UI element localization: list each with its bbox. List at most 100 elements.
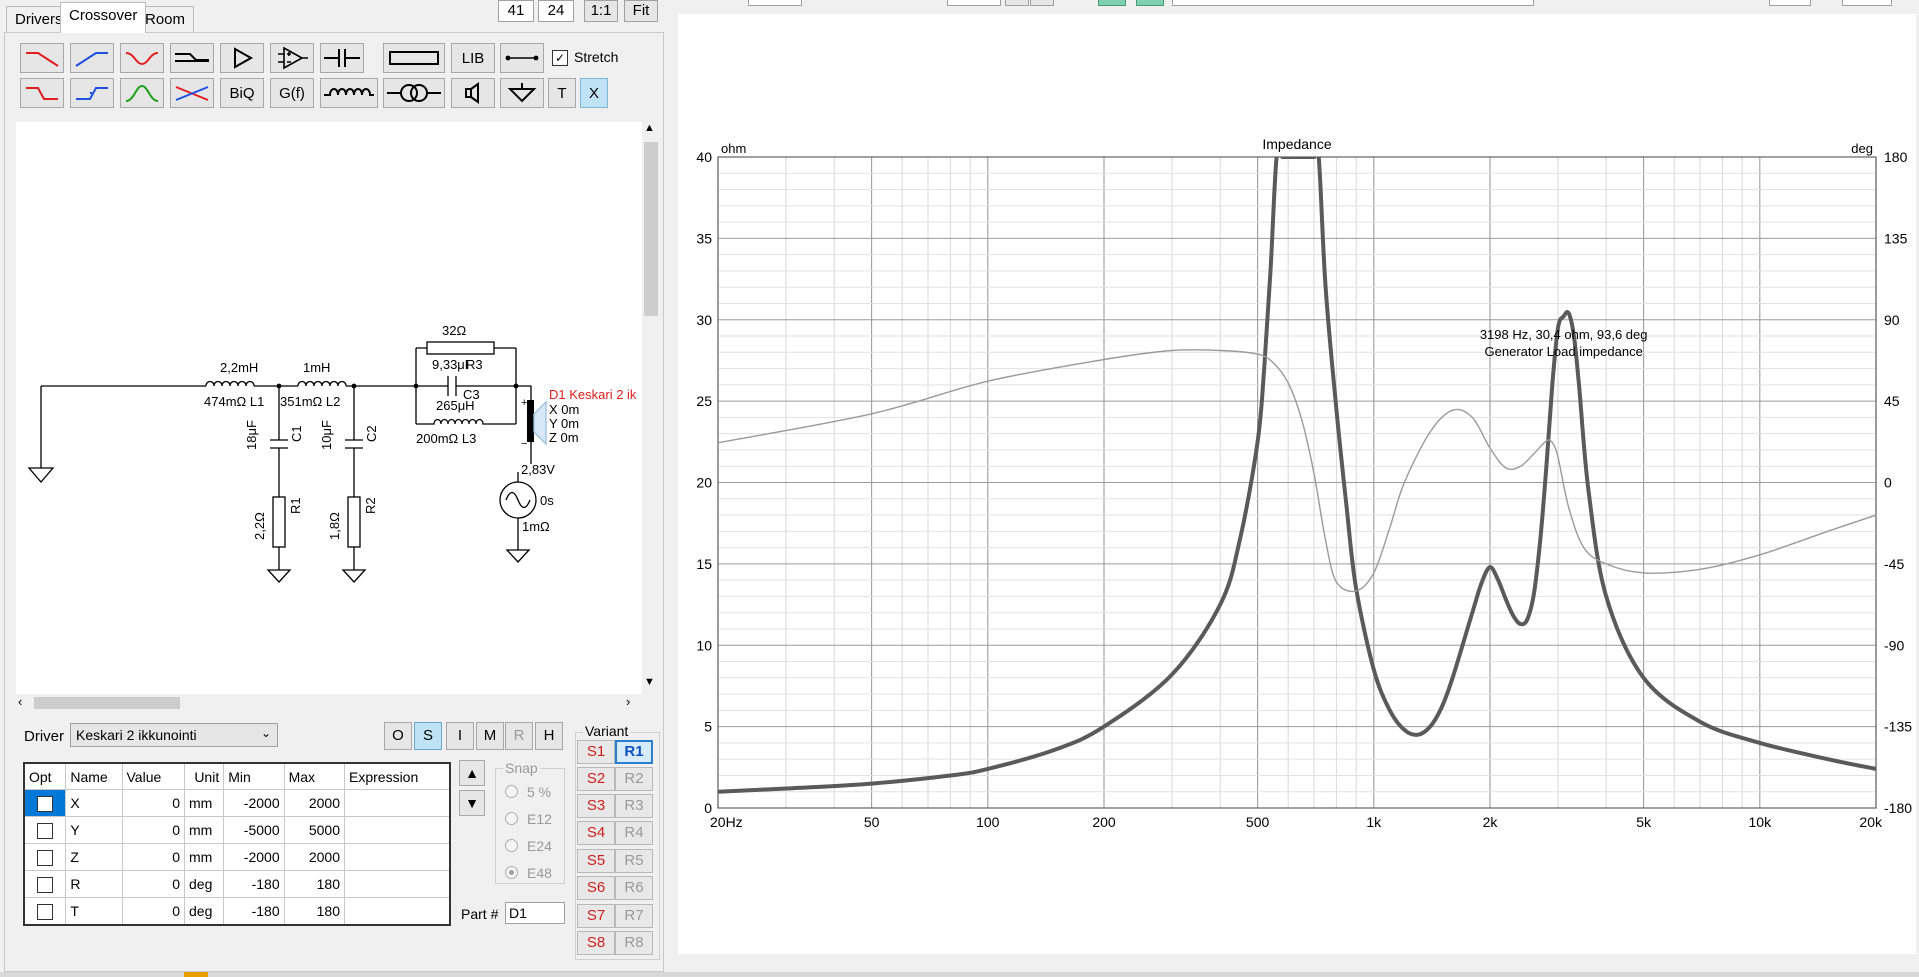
variant-r1-button[interactable]: R1 [615, 740, 653, 764]
amplifier-icon[interactable] [220, 43, 264, 73]
capacitor-icon[interactable] [320, 43, 364, 73]
row-expression[interactable] [344, 870, 451, 898]
opt-checkbox[interactable] [37, 822, 54, 839]
table-row[interactable]: Z 0 mm -2000 2000 [23, 843, 451, 871]
table-row[interactable]: Y 0 mm -5000 5000 [23, 816, 451, 844]
right-green-button-1[interactable] [1098, 0, 1126, 6]
row-value[interactable]: 0 [121, 897, 186, 926]
fit-button[interactable]: Fit [624, 0, 658, 22]
variant-s8-button[interactable]: S8 [577, 931, 615, 955]
mode-i-button[interactable]: I [446, 722, 474, 750]
right-input-4[interactable] [1842, 0, 1892, 6]
variant-s4-button[interactable]: S4 [577, 821, 615, 845]
right-small-button-1[interactable] [1005, 0, 1029, 6]
variant-s5-button[interactable]: S5 [577, 849, 615, 873]
schematic-vscrollbar[interactable]: ▲ ▼ [642, 122, 660, 694]
right-input-3[interactable] [1769, 0, 1811, 6]
zoom-1to1-button[interactable]: 1:1 [584, 0, 618, 22]
variant-s1-button[interactable]: S1 [577, 740, 615, 764]
crossover-icon[interactable] [170, 78, 214, 108]
move-up-button[interactable]: ▲ [459, 760, 485, 786]
scroll-thumb-vertical[interactable] [644, 142, 658, 316]
right-input-2[interactable] [947, 0, 1001, 6]
variant-s6-button[interactable]: S6 [577, 876, 615, 900]
scroll-thumb-horizontal[interactable] [34, 697, 180, 709]
highpass-step-icon[interactable] [70, 78, 114, 108]
scroll-right-icon[interactable]: › [626, 694, 630, 709]
transfer-function-button[interactable]: G(f) [270, 78, 314, 108]
delete-button[interactable]: X [580, 78, 608, 108]
row-min[interactable]: -180 [223, 897, 285, 926]
mode-s-button[interactable]: S [414, 722, 442, 750]
speaker-icon[interactable] [451, 78, 495, 108]
mode-m-button[interactable]: M [476, 722, 504, 750]
variant-r5-button[interactable]: R5 [615, 849, 653, 873]
move-down-button[interactable]: ▼ [459, 790, 485, 816]
right-input-1[interactable] [748, 0, 802, 6]
snap-radio-5pct[interactable] [505, 785, 518, 798]
variant-r8-button[interactable]: R8 [615, 931, 653, 955]
snap-radio-e12[interactable] [505, 812, 518, 825]
variant-r2-button[interactable]: R2 [615, 767, 653, 791]
schematic-hscrollbar[interactable]: ‹ › [16, 694, 642, 712]
row-expression[interactable] [344, 789, 451, 817]
row-expression[interactable] [344, 843, 451, 871]
driver-select[interactable]: Keskari 2 ikkunointi ⌄ [70, 723, 278, 747]
snap-radio-e24[interactable] [505, 839, 518, 852]
stretch-checkbox[interactable]: ✓ [552, 50, 568, 66]
row-min[interactable]: -2000 [223, 843, 285, 871]
part-input[interactable]: D1 [505, 902, 565, 924]
value-box-1[interactable]: 41 [498, 0, 534, 22]
row-value[interactable]: 0 [121, 789, 186, 817]
schematic-canvas[interactable]: + − 2,2mH 474mΩ L1 1mH 351mΩ L2 18μF C1 … [16, 122, 642, 694]
row-min[interactable]: -180 [223, 870, 285, 898]
variant-s7-button[interactable]: S7 [577, 904, 615, 928]
variant-s2-button[interactable]: S2 [577, 767, 615, 791]
row-max[interactable]: 5000 [283, 816, 346, 844]
lowpass-icon[interactable] [20, 43, 64, 73]
opt-checkbox[interactable] [37, 876, 54, 893]
row-value[interactable]: 0 [121, 816, 186, 844]
row-max[interactable]: 2000 [283, 843, 346, 871]
snap-radio-e48[interactable] [505, 866, 518, 879]
opt-checkbox[interactable] [37, 903, 54, 920]
opamp-icon[interactable] [270, 43, 314, 73]
bandstop-icon[interactable] [120, 43, 164, 73]
table-row[interactable]: X 0 mm -2000 2000 [23, 789, 451, 817]
row-value[interactable]: 0 [121, 843, 186, 871]
inductor-icon[interactable] [320, 78, 378, 108]
resistor-icon[interactable] [383, 43, 445, 73]
variant-r7-button[interactable]: R7 [615, 904, 653, 928]
right-text-field[interactable] [1172, 0, 1534, 6]
right-small-button-2[interactable] [1030, 0, 1054, 6]
opt-checkbox[interactable] [37, 795, 54, 812]
row-min[interactable]: -5000 [223, 816, 285, 844]
variant-s3-button[interactable]: S3 [577, 794, 615, 818]
mode-h-button[interactable]: H [535, 722, 563, 750]
row-min[interactable]: -2000 [223, 789, 285, 817]
variant-r3-button[interactable]: R3 [615, 794, 653, 818]
biquad-button[interactable]: BiQ [220, 78, 264, 108]
table-row[interactable]: R 0 deg -180 180 [23, 870, 451, 898]
lib-button[interactable]: LIB [451, 43, 495, 73]
row-max[interactable]: 180 [283, 897, 346, 926]
scroll-up-icon[interactable]: ▲ [644, 122, 655, 134]
row-max[interactable]: 2000 [283, 789, 346, 817]
notch-icon[interactable] [170, 43, 214, 73]
chart-panel[interactable]: 0 5 10 15 20 25 30 35 40 -180 -135 -90 -45 0 45 90 135 18… [678, 14, 1916, 954]
row-max[interactable]: 180 [283, 870, 346, 898]
scroll-down-icon[interactable]: ▼ [644, 676, 655, 688]
ground-icon[interactable] [500, 78, 544, 108]
row-expression[interactable] [344, 816, 451, 844]
opt-checkbox[interactable] [37, 849, 54, 866]
text-button[interactable]: T [548, 78, 576, 108]
row-expression[interactable] [344, 897, 451, 926]
right-green-button-2[interactable] [1136, 0, 1164, 6]
wire-icon[interactable] [500, 43, 544, 73]
variant-r4-button[interactable]: R4 [615, 821, 653, 845]
lowpass-step-icon[interactable] [20, 78, 64, 108]
mode-o-button[interactable]: O [384, 722, 412, 750]
tab-crossover[interactable]: Crossover [60, 2, 147, 33]
value-box-2[interactable]: 24 [538, 0, 574, 22]
scroll-left-icon[interactable]: ‹ [18, 694, 22, 709]
